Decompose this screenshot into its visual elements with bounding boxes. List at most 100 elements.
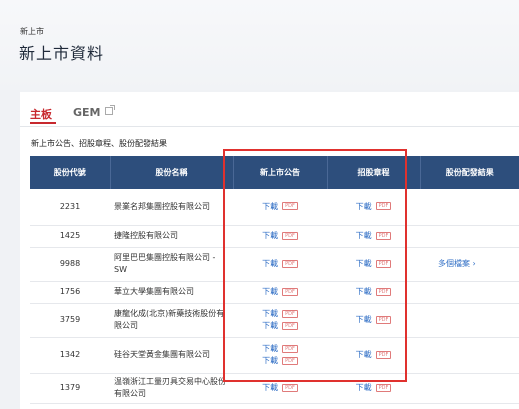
- pdf-icon: PDF: [282, 344, 298, 353]
- table-row: 3759 康龍化成(北京)新藥技術股份有限公司 下載 PDF 下載 PDF 下載 PDF: [30, 303, 519, 338]
- multiple-files-link[interactable]: 多個檔案 ›: [424, 259, 476, 268]
- download-label[interactable]: 下載: [356, 202, 372, 211]
- allotment-cell: 多個檔案 ›: [420, 247, 519, 282]
- pdf-icon: PDF: [375, 350, 392, 359]
- col-header-prospectus: 招股章程: [327, 156, 421, 189]
- table-body: 2231 景業名邦集團控股有限公司 下載 PDF 下載 PDF 1425 捷隆控股有限公司 下載…: [30, 189, 519, 404]
- download-link[interactable]: 下載 PDF: [237, 308, 323, 320]
- pdf-icon: PDF: [282, 356, 298, 365]
- allotment-cell: [420, 225, 519, 248]
- tab-main-board[interactable]: 主板: [30, 106, 52, 122]
- prospectus-cell: 下載 PDF: [327, 303, 420, 338]
- page-header: 新上市 新上市資料: [0, 0, 519, 90]
- stock-name: 阿里巴巴集團控股有限公司 - SW: [110, 247, 233, 282]
- breadcrumb[interactable]: 新上市: [20, 26, 44, 37]
- download-label[interactable]: 下載: [356, 259, 372, 268]
- download-link[interactable]: 下載 PDF: [237, 230, 323, 242]
- stock-code: 1425: [30, 225, 110, 248]
- download-link[interactable]: 下載 PDF: [331, 349, 416, 361]
- pdf-icon: PDF: [375, 202, 392, 211]
- download-label[interactable]: 下載: [262, 309, 278, 318]
- pdf-icon: PDF: [282, 259, 298, 268]
- download-link[interactable]: 下載 PDF: [331, 258, 416, 270]
- download-label[interactable]: 下載: [262, 259, 278, 268]
- download-link[interactable]: 下載 PDF: [331, 286, 416, 298]
- allotment-cell: [420, 373, 519, 404]
- download-label[interactable]: 下載: [262, 231, 278, 240]
- prospectus-cell: 下載 PDF: [327, 189, 420, 226]
- download-link[interactable]: 下載 PDF: [237, 320, 323, 332]
- stock-code: 1379: [30, 373, 110, 404]
- pdf-icon: PDF: [375, 259, 392, 268]
- prospectus-cell: 下載 PDF: [327, 247, 420, 282]
- download-link[interactable]: 下載 PDF: [331, 230, 416, 242]
- announcement-cell: 下載 PDF 下載 PDF: [233, 337, 327, 374]
- stock-name: 温嶺浙江工量刃具交易中心股份有限公司: [110, 373, 233, 404]
- stock-code: 9988: [30, 247, 110, 282]
- download-label[interactable]: 下載: [262, 383, 278, 392]
- download-link[interactable]: 下載 PDF: [237, 355, 323, 367]
- announcement-cell: 下載 PDF 下載 PDF: [233, 303, 327, 338]
- download-label[interactable]: 下載: [262, 356, 278, 365]
- download-link[interactable]: 下載 PDF: [331, 382, 416, 394]
- external-link-icon: [104, 105, 115, 115]
- announcement-cell: 下載 PDF: [233, 373, 327, 404]
- download-label[interactable]: 下載: [356, 287, 372, 296]
- download-link[interactable]: 下載 PDF: [331, 201, 416, 213]
- pdf-icon: PDF: [282, 231, 298, 240]
- pdf-icon: PDF: [375, 315, 392, 324]
- col-header-code: 股份代號: [30, 156, 111, 189]
- stock-name: 華立大學集團有限公司: [110, 281, 233, 304]
- tab-gem[interactable]: GEM: [73, 105, 115, 119]
- prospectus-cell: 下載 PDF: [327, 281, 420, 304]
- prospectus-cell: 下載 PDF: [327, 225, 420, 248]
- table-row: 1425 捷隆控股有限公司 下載 PDF 下載 PDF: [30, 225, 519, 248]
- announcement-cell: 下載 PDF: [233, 281, 327, 304]
- pdf-icon: PDF: [375, 287, 392, 296]
- col-header-allotment: 股份配發結果: [420, 156, 519, 189]
- download-label[interactable]: 下載: [356, 383, 372, 392]
- announcement-cell: 下載 PDF: [233, 225, 327, 248]
- table-header-row: 股份代號 股份名稱 新上市公告 招股章程 股份配發結果: [30, 156, 519, 189]
- pdf-icon: PDF: [375, 383, 392, 392]
- stock-name: 捷隆控股有限公司: [110, 225, 233, 248]
- allotment-cell: [420, 337, 519, 374]
- download-label[interactable]: 下載: [262, 287, 278, 296]
- allotment-cell: [420, 281, 519, 304]
- download-link[interactable]: 下載 PDF: [331, 314, 416, 326]
- download-label[interactable]: 下載: [356, 315, 372, 324]
- download-label[interactable]: 下載: [262, 202, 278, 211]
- stock-name: 硅谷天堂黃金集團有限公司: [110, 337, 233, 374]
- table-row: 1342 硅谷天堂黃金集團有限公司 下載 PDF 下載 PDF 下載 PDF: [30, 337, 519, 374]
- pdf-icon: PDF: [282, 383, 298, 392]
- pdf-icon: PDF: [282, 202, 298, 211]
- col-header-announcement: 新上市公告: [233, 156, 328, 189]
- stock-name: 康龍化成(北京)新藥技術股份有限公司: [110, 303, 233, 338]
- prospectus-cell: 下載 PDF: [327, 373, 420, 404]
- tab-gem-label[interactable]: GEM: [73, 106, 101, 119]
- allotment-cell: [420, 303, 519, 338]
- active-tab-indicator: [30, 122, 56, 124]
- board-tabs: 主板 GEM: [20, 92, 519, 127]
- pdf-icon: PDF: [282, 287, 298, 296]
- download-link[interactable]: 下載 PDF: [237, 382, 323, 394]
- table-row: 2231 景業名邦集團控股有限公司 下載 PDF 下載 PDF: [30, 189, 519, 226]
- section-subtitle: 新上市公告、招股章程、股份配發結果: [31, 139, 167, 148]
- page-title: 新上市資料: [19, 44, 105, 63]
- download-link[interactable]: 下載 PDF: [237, 201, 323, 213]
- download-link[interactable]: 下載 PDF: [237, 286, 323, 298]
- pdf-icon: PDF: [282, 321, 298, 330]
- allotment-cell: [420, 189, 519, 226]
- download-label[interactable]: 下載: [262, 344, 278, 353]
- new-listings-table: 股份代號 股份名稱 新上市公告 招股章程 股份配發結果 2231 景業名邦集團控股…: [30, 156, 519, 404]
- stock-code: 1756: [30, 281, 110, 304]
- download-link[interactable]: 下載 PDF: [237, 258, 323, 270]
- pdf-icon: PDF: [282, 309, 298, 318]
- download-label[interactable]: 下載: [262, 321, 278, 330]
- download-label[interactable]: 下載: [356, 231, 372, 240]
- table-row: 1756 華立大學集團有限公司 下載 PDF 下載 PDF: [30, 281, 519, 304]
- download-link[interactable]: 下載 PDF: [237, 343, 323, 355]
- download-label[interactable]: 下載: [356, 350, 372, 359]
- announcement-cell: 下載 PDF: [233, 247, 327, 282]
- prospectus-cell: 下載 PDF: [327, 337, 420, 374]
